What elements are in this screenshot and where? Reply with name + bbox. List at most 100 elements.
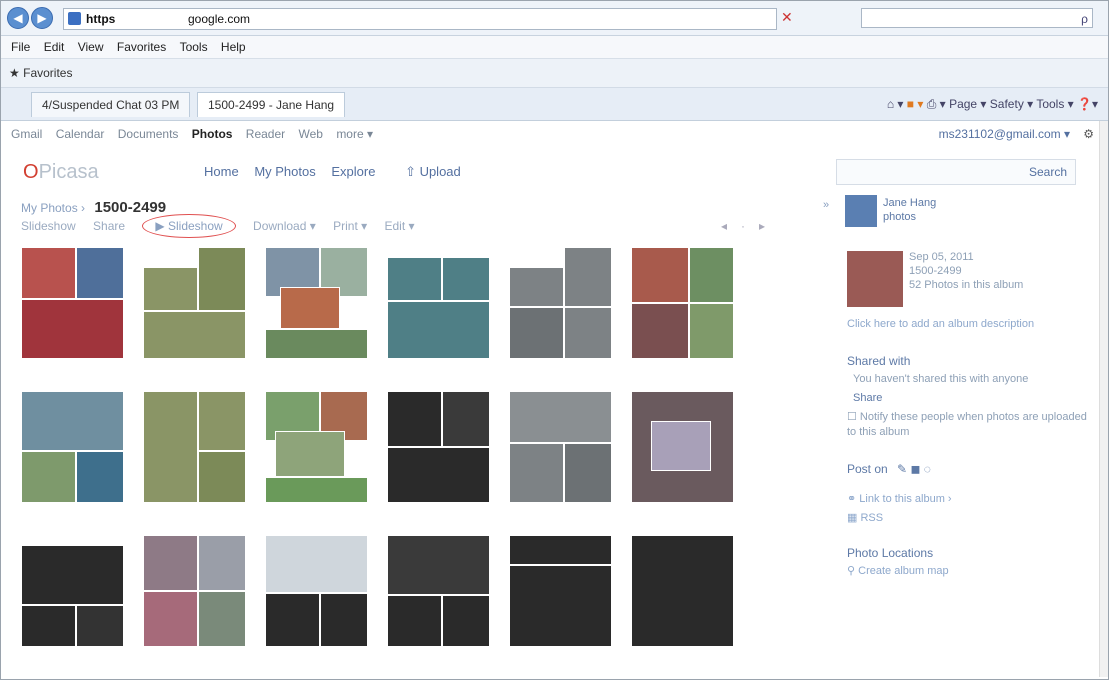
nav-upload[interactable]: ⇧ Upload xyxy=(405,164,461,179)
url-host: google.com xyxy=(188,12,251,26)
download-button[interactable]: Download ▾ xyxy=(253,219,316,233)
print-button[interactable]: Print ▾ xyxy=(333,219,367,233)
next-icon[interactable]: ▸ xyxy=(759,219,779,233)
cmd-page[interactable]: Page xyxy=(949,97,977,111)
photo-thumbnail[interactable] xyxy=(509,535,612,647)
photo-thumbnail[interactable] xyxy=(509,391,612,503)
photo-thumbnail[interactable] xyxy=(387,247,490,359)
photo-thumbnail[interactable] xyxy=(387,535,490,647)
address-input[interactable]: https google.com xyxy=(63,8,777,30)
home-icon[interactable]: ⌂ ▾ xyxy=(887,97,904,111)
photo-thumbnail[interactable] xyxy=(387,391,490,503)
share-button[interactable]: Share xyxy=(93,219,125,233)
create-map-link[interactable]: ⚲ Create album map xyxy=(847,564,1093,579)
nav-home[interactable]: Home xyxy=(204,164,239,179)
stop-icon[interactable]: ✕ xyxy=(781,9,799,26)
checkbox-icon[interactable]: ☐ xyxy=(847,411,860,423)
owner-name[interactable]: Jane Hang xyxy=(883,197,936,209)
logo-text: Picasa xyxy=(38,161,99,183)
print-icon[interactable]: ⎙ ▾ xyxy=(927,97,946,111)
owner-photos-link[interactable]: photos xyxy=(883,211,916,223)
cmd-safety[interactable]: Safety xyxy=(990,97,1024,111)
site-favicon-icon xyxy=(68,12,81,25)
menu-edit[interactable]: Edit xyxy=(44,40,65,54)
back-icon[interactable]: ◀ xyxy=(7,7,29,29)
create-map-label[interactable]: Create album map xyxy=(858,565,949,577)
album-link-label[interactable]: Link to this album › xyxy=(859,493,951,505)
menu-file[interactable]: File xyxy=(11,40,30,54)
account-link[interactable]: ms231102@gmail.com ▾ xyxy=(939,121,1070,147)
album-toolbar: Slideshow Share ▶ Slideshow Download ▾ P… xyxy=(21,214,429,238)
rss-icon: ▦ xyxy=(847,512,861,524)
map-pin-icon: ⚲ xyxy=(847,565,859,577)
address-bar-row: ◀ ▶ https google.com ✕ ρ xyxy=(1,1,1108,36)
menu-favorites[interactable]: Favorites xyxy=(117,40,166,54)
description-link[interactable]: Click here to add an album description xyxy=(847,317,1093,332)
forward-icon[interactable]: ▶ xyxy=(31,7,53,29)
nav-my-photos[interactable]: My Photos xyxy=(254,164,315,179)
google-bar: Gmail Calendar Documents Photos Reader W… xyxy=(1,121,1108,147)
rss-label[interactable]: RSS xyxy=(860,512,883,524)
favorites-label[interactable]: Favorites xyxy=(23,66,72,80)
sidebar-share-button[interactable]: Share xyxy=(853,391,1093,406)
pager: ◂·▸ xyxy=(721,219,779,233)
gbar-calendar[interactable]: Calendar xyxy=(56,127,105,141)
link-icon: ⚭ xyxy=(847,493,860,505)
photo-thumbnail[interactable] xyxy=(631,535,734,647)
gbar-reader[interactable]: Reader xyxy=(246,127,285,141)
collapse-icon[interactable]: » xyxy=(823,199,829,211)
email-icon[interactable]: ◌ xyxy=(924,462,931,476)
photo-thumbnail[interactable] xyxy=(265,535,368,647)
album-date: Sep 05, 2011 xyxy=(909,251,974,263)
breadcrumb[interactable]: My Photos › xyxy=(21,201,85,215)
photo-thumbnail[interactable] xyxy=(21,247,124,359)
photo-thumbnail[interactable] xyxy=(631,247,734,359)
gbar-gmail[interactable]: Gmail xyxy=(11,127,42,141)
menu-bar: File Edit View Favorites Tools Help xyxy=(1,36,1108,58)
tab-album[interactable]: 1500-2499 - Jane Hang xyxy=(197,92,346,117)
social-icon[interactable]: ◼ xyxy=(910,462,920,476)
photo-thumbnail[interactable] xyxy=(265,391,368,503)
rss-link[interactable]: ▦ RSS xyxy=(847,511,1093,526)
notify-checkbox[interactable]: ☐ Notify these people when photos are up… xyxy=(847,410,1093,440)
photo-search-input[interactable]: Search xyxy=(836,159,1076,185)
slideshow-button[interactable]: ▶ Slideshow xyxy=(142,214,236,238)
photo-thumbnail[interactable] xyxy=(143,391,246,503)
photo-thumbnail[interactable] xyxy=(143,247,246,359)
browser-search-input[interactable]: ρ xyxy=(861,8,1093,28)
shared-text: You haven't shared this with anyone xyxy=(853,373,1029,385)
command-bar: ⌂ ▾ ■ ▾ ⎙ ▾ Page ▾ Safety ▾ Tools ▾ ❓▾ xyxy=(886,97,1098,111)
picasa-logo[interactable]: OPicasa xyxy=(23,161,99,184)
avatar[interactable] xyxy=(845,195,877,227)
notify-text: Notify these people when photos are uplo… xyxy=(847,411,1087,438)
nav-explore[interactable]: Explore xyxy=(331,164,375,179)
gbar-photos[interactable]: Photos xyxy=(192,127,233,141)
photo-thumbnail[interactable] xyxy=(509,247,612,359)
search-button[interactable]: Search xyxy=(1023,161,1073,183)
favorites-star-icon[interactable]: ★ xyxy=(9,66,20,80)
album-link[interactable]: ⚭ Link to this album › xyxy=(847,492,1093,507)
photo-thumbnail[interactable] xyxy=(21,391,124,503)
gear-icon[interactable]: ⚙ xyxy=(1083,121,1094,147)
blogger-icon[interactable]: ✎ xyxy=(897,462,907,476)
feeds-icon[interactable]: ■ ▾ xyxy=(907,97,924,111)
gbar-web[interactable]: Web xyxy=(299,127,323,141)
prev-icon[interactable]: ◂ xyxy=(721,219,741,233)
photo-thumbnail[interactable] xyxy=(265,247,368,359)
photo-thumbnail[interactable] xyxy=(21,535,124,647)
tab-chat[interactable]: 4/Suspended Chat 03 PM xyxy=(31,92,191,117)
scrollbar[interactable] xyxy=(1099,121,1108,677)
menu-tools[interactable]: Tools xyxy=(180,40,208,54)
edit-button[interactable]: Edit ▾ xyxy=(384,219,414,233)
menu-help[interactable]: Help xyxy=(221,40,246,54)
logo-mark: O xyxy=(23,161,39,183)
view-slideshow-button[interactable]: Slideshow xyxy=(21,219,76,233)
gbar-documents[interactable]: Documents xyxy=(118,127,179,141)
cmd-tools[interactable]: Tools xyxy=(1036,97,1064,111)
photo-thumbnail[interactable] xyxy=(143,535,246,647)
app-header: OPicasa Home My Photos Explore ⇧ Upload … xyxy=(1,149,1108,195)
menu-view[interactable]: View xyxy=(78,40,104,54)
photo-thumbnail[interactable] xyxy=(631,391,734,503)
help-icon[interactable]: ❓▾ xyxy=(1077,97,1098,111)
gbar-more[interactable]: more ▾ xyxy=(336,127,373,141)
